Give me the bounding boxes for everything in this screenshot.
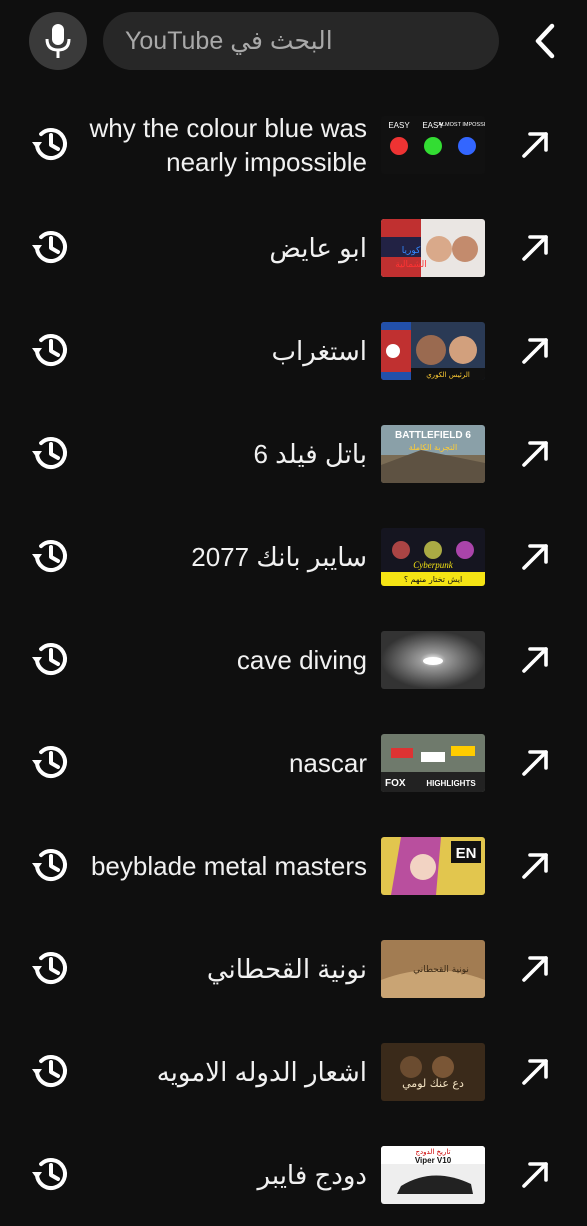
arrow-up-left-icon[interactable] <box>518 332 554 368</box>
history-item[interactable]: why the colour blue was nearly impossibl… <box>0 93 587 196</box>
history-item-thumbnail: دع عنك لومي <box>381 1043 485 1101</box>
history-item-title: باتل فيلد 6 <box>253 438 367 469</box>
history-item-thumbnail: نونية القحطاني <box>381 940 485 998</box>
history-item[interactable]: استغراب الرئيس الكوري <box>0 299 587 402</box>
history-item-title: نونية القحطاني <box>206 953 367 984</box>
history-item-thumbnail: تاريخ الدودج Viper V10 <box>381 1146 485 1204</box>
search-header: البحث في YouTube <box>0 0 587 82</box>
history-item-thumbnail: BATTLEFIELD 6 التجربة الكاملة <box>381 425 485 483</box>
svg-text:كوريا: كوريا <box>402 246 421 256</box>
history-item[interactable]: دودج فايبر تاريخ الدودج Viper V10 <box>0 1123 587 1226</box>
history-item-title: nascar <box>288 747 367 778</box>
search-history-list: why the colour blue was nearly impossibl… <box>0 93 587 1226</box>
arrow-up-left-icon[interactable] <box>518 229 554 265</box>
svg-text:BATTLEFIELD 6: BATTLEFIELD 6 <box>395 430 471 441</box>
svg-text:الرئيس الكوري: الرئيس الكوري <box>426 371 470 379</box>
svg-text:Cyberpunk: Cyberpunk <box>413 560 453 570</box>
arrow-up-left-icon[interactable] <box>518 126 554 162</box>
history-item[interactable]: cave diving <box>0 608 587 711</box>
history-item-title: استغراب <box>271 335 367 366</box>
history-item-thumbnail: كوريا الشمالية <box>381 219 485 277</box>
arrow-up-left-icon[interactable] <box>518 538 554 574</box>
history-item[interactable]: سايبر بانك 2077 Cyberpunk ايش تختار منهم ؟ <box>0 505 587 608</box>
history-item-title: اشعار الدوله الامويه <box>156 1056 367 1087</box>
history-item-thumbnail: EN <box>381 837 485 895</box>
history-item[interactable]: beyblade metal masters EN <box>0 814 587 917</box>
history-item-thumbnail: FOX HIGHLIGHTS <box>381 734 485 792</box>
svg-text:Viper V10: Viper V10 <box>415 1156 452 1165</box>
svg-text:ALMOST IMPOSSIBLE: ALMOST IMPOSSIBLE <box>438 122 485 128</box>
svg-text:التجربة الكاملة: التجربة الكاملة <box>409 443 457 452</box>
history-item-thumbnail: EASYEASYALMOST IMPOSSIBLE <box>381 116 485 174</box>
arrow-up-left-icon[interactable] <box>518 435 554 471</box>
arrow-up-left-icon[interactable] <box>518 1156 554 1192</box>
history-item-title: beyblade metal masters <box>90 850 367 881</box>
history-item[interactable]: اشعار الدوله الامويه دع عنك لومي <box>0 1020 587 1123</box>
svg-text:نونية القحطاني: نونية القحطاني <box>413 965 469 975</box>
svg-text:EN: EN <box>456 845 477 862</box>
history-item-title: سايبر بانك 2077 <box>191 541 367 572</box>
arrow-up-left-icon[interactable] <box>518 950 554 986</box>
history-item[interactable]: ابو عايض كوريا الشمالية <box>0 196 587 299</box>
microphone-icon <box>45 24 71 58</box>
arrow-up-left-icon[interactable] <box>518 847 554 883</box>
svg-text:تاريخ الدودج: تاريخ الدودج <box>416 1148 451 1156</box>
history-item-thumbnail <box>381 631 485 689</box>
history-item-thumbnail: الرئيس الكوري <box>381 322 485 380</box>
search-input[interactable]: البحث في YouTube <box>103 12 499 70</box>
search-placeholder: البحث في YouTube <box>125 27 333 55</box>
arrow-up-left-icon[interactable] <box>518 744 554 780</box>
chevron-left-icon <box>535 23 555 59</box>
arrow-up-left-icon[interactable] <box>518 641 554 677</box>
svg-text:ايش تختار منهم ؟: ايش تختار منهم ؟ <box>404 575 462 584</box>
history-item-title: cave diving <box>236 644 367 675</box>
history-item-title: ابو عايض <box>269 232 367 263</box>
back-button[interactable] <box>520 16 570 66</box>
svg-text:HIGHLIGHTS: HIGHLIGHTS <box>426 779 476 788</box>
history-item[interactable]: نونية القحطاني نونية القحطاني <box>0 917 587 1020</box>
history-item[interactable]: باتل فيلد 6 BATTLEFIELD 6 التجربة الكاملة <box>0 402 587 505</box>
svg-text:دع عنك لومي: دع عنك لومي <box>402 1077 464 1090</box>
svg-text:الشمالية: الشمالية <box>395 260 427 270</box>
svg-text:FOX: FOX <box>385 778 406 789</box>
voice-search-button[interactable] <box>29 12 87 70</box>
history-item-title: why the colour blue was nearly impossibl… <box>89 112 367 177</box>
history-item-thumbnail: Cyberpunk ايش تختار منهم ؟ <box>381 528 485 586</box>
history-item-title: دودج فايبر <box>257 1159 368 1190</box>
history-item[interactable]: nascar FOX HIGHLIGHTS <box>0 711 587 814</box>
svg-text:EASY: EASY <box>388 121 410 130</box>
arrow-up-left-icon[interactable] <box>518 1053 554 1089</box>
